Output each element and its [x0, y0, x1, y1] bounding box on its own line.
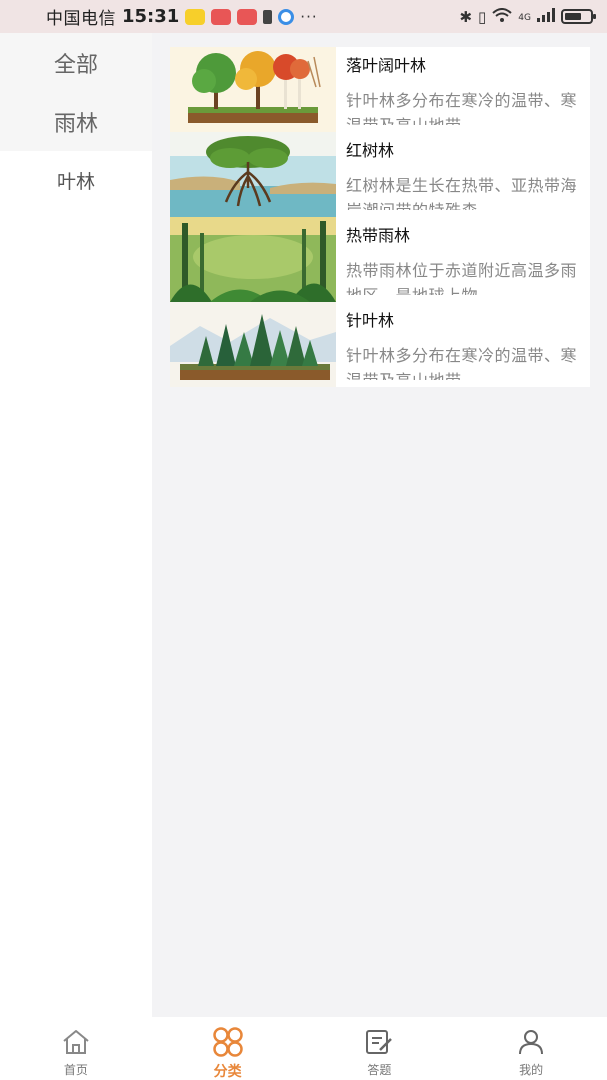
list-item-description: 红树林是生长在热带、亚热带海岸潮间带的特殊森 — [346, 176, 578, 210]
nav-label: 分类 — [213, 1064, 242, 1080]
wifi-icon — [492, 7, 512, 26]
status-right: ✱ ▯ 4G — [459, 7, 596, 26]
bluetooth-icon: ✱ — [459, 7, 473, 26]
list-item[interactable]: 落叶阔叶林 针叶林多分布在寒冷的温带、寒温带及高山地带 — [170, 47, 590, 132]
status-left: 中国电信 15:31 ··· — [46, 4, 318, 29]
nav-label: 我的 — [519, 1063, 544, 1077]
network-type-label: 4G — [518, 13, 531, 23]
conifer-forest-image — [170, 302, 336, 387]
nav-item-home[interactable]: 首页 — [0, 1017, 152, 1080]
forest-list: 落叶阔叶林 针叶林多分布在寒冷的温带、寒温带及高山地带 红树林 红树林是生长在热… — [170, 47, 590, 387]
home-icon — [59, 1027, 93, 1057]
list-item-body: 红树林 红树林是生长在热带、亚热带海岸潮间带的特殊森 — [336, 132, 590, 217]
list-item-title: 针叶林 — [346, 311, 395, 330]
list-item[interactable]: 针叶林 针叶林多分布在寒冷的温带、寒温带及高山地带 — [170, 302, 590, 387]
carrier-name: 中国电信 — [46, 9, 116, 29]
vibrate-icon: ▯ — [478, 7, 487, 26]
sidebar-item-all[interactable]: 全部 — [0, 33, 152, 92]
category-icon — [211, 1027, 245, 1057]
list-item-body: 热带雨林 热带雨林位于赤道附近高温多雨地区，是地球上物 — [336, 217, 590, 302]
app-notification-icon — [237, 8, 258, 25]
alert-icon — [263, 9, 273, 24]
nav-item-profile[interactable]: 我的 — [455, 1017, 607, 1080]
browser-icon — [278, 8, 295, 25]
sidebar-item-label: 叶林 — [56, 170, 95, 193]
app-notification-icon — [211, 8, 232, 25]
sidebar-item-rainforest[interactable]: 雨林 — [0, 92, 152, 151]
battery-icon — [561, 9, 596, 24]
quiz-icon — [362, 1027, 396, 1057]
user-icon — [514, 1027, 548, 1057]
category-sidebar: 全部 雨林 叶林 — [0, 33, 152, 1017]
list-item-body: 针叶林 针叶林多分布在寒冷的温带、寒温带及高山地带 — [336, 302, 590, 387]
more-notifications-icon: ··· — [300, 7, 318, 26]
sidebar-item-label: 全部 — [53, 52, 98, 78]
list-item-title: 红树林 — [346, 141, 395, 160]
list-item-description: 热带雨林位于赤道附近高温多雨地区，是地球上物 — [346, 261, 578, 295]
list-item-title: 热带雨林 — [346, 226, 411, 245]
sidebar-item-leaf-forest[interactable]: 叶林 — [0, 151, 152, 209]
deciduous-forest-image — [170, 47, 336, 132]
nav-item-category[interactable]: 分类 — [152, 1017, 304, 1080]
list-item-description: 针叶林多分布在寒冷的温带、寒温带及高山地带 — [346, 346, 578, 380]
sidebar-item-label: 雨林 — [53, 111, 98, 137]
nav-label: 首页 — [63, 1063, 88, 1077]
rainforest-image — [170, 217, 336, 302]
nav-item-quiz[interactable]: 答题 — [304, 1017, 456, 1080]
list-item-body: 落叶阔叶林 针叶林多分布在寒冷的温带、寒温带及高山地带 — [336, 47, 590, 132]
nav-label: 答题 — [367, 1063, 392, 1077]
list-item[interactable]: 热带雨林 热带雨林位于赤道附近高温多雨地区，是地球上物 — [170, 217, 590, 302]
signal-icon — [537, 7, 555, 26]
list-item-description: 针叶林多分布在寒冷的温带、寒温带及高山地带 — [346, 91, 578, 125]
status-bar: 中国电信 15:31 ··· ✱ ▯ 4G — [0, 0, 607, 33]
bottom-nav: 首页 分类 答题 我的 — [0, 1017, 607, 1080]
clock-time: 15:31 — [122, 6, 180, 27]
list-item-title: 落叶阔叶林 — [346, 56, 427, 75]
list-item[interactable]: 红树林 红树林是生长在热带、亚热带海岸潮间带的特殊森 — [170, 132, 590, 217]
app-notification-icon — [185, 8, 206, 25]
mangrove-image — [170, 132, 336, 217]
